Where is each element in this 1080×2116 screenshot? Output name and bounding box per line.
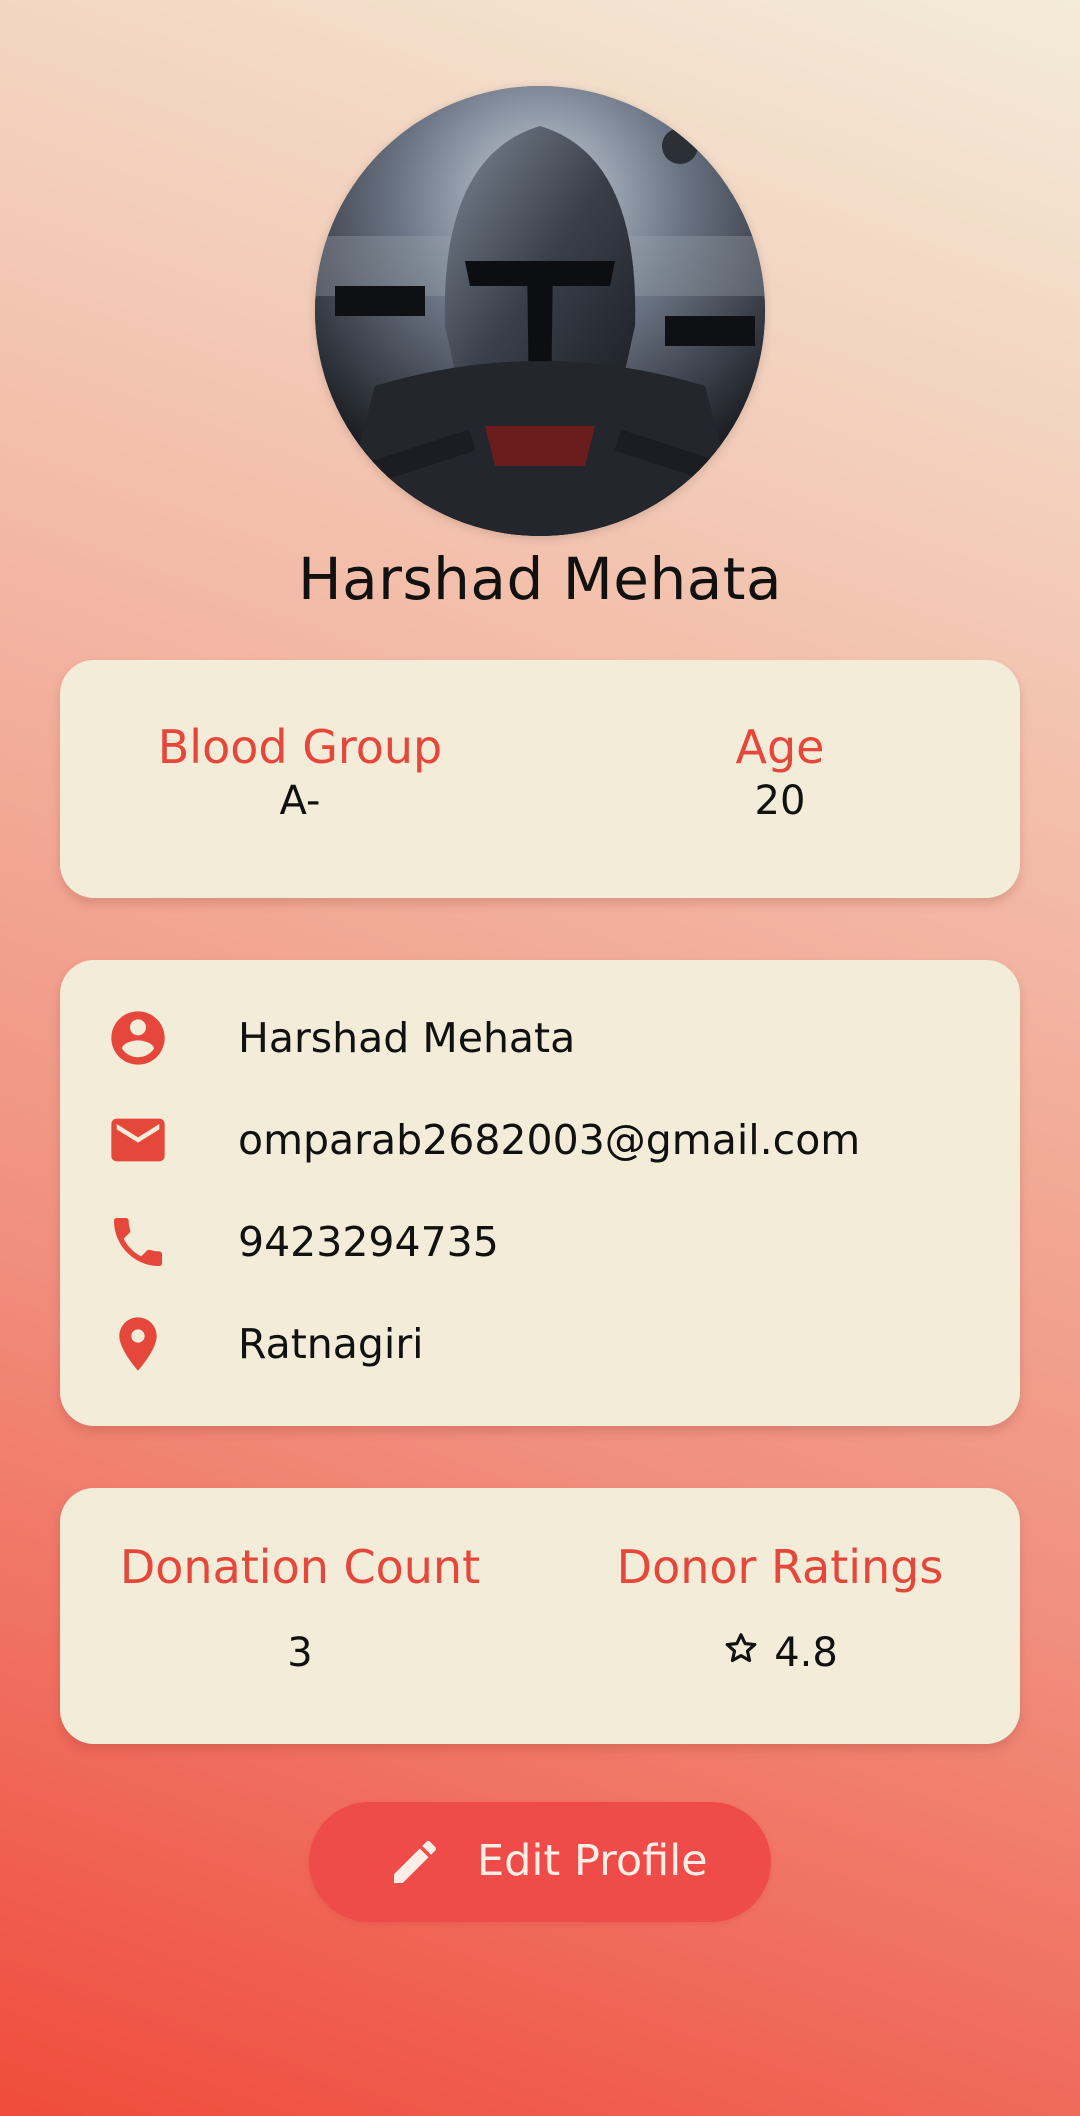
contact-email-row: omparab2682003@gmail.com: [60, 1090, 1020, 1190]
donation-count-value: 3: [287, 1630, 313, 1676]
donor-ratings-label: Donor Ratings: [616, 1540, 944, 1594]
pencil-icon: [394, 1840, 437, 1883]
contact-phone-row: 9423294735: [60, 1192, 1020, 1292]
blood-group-value: A-: [279, 778, 321, 824]
donation-stats-card: Donation Count 3 Donor Ratings 4.8: [60, 1488, 1020, 1744]
contact-name-text: Harshad Mehata: [238, 1014, 576, 1062]
donor-ratings-value: 4.8: [774, 1630, 838, 1676]
profile-name: Harshad Mehata: [297, 545, 783, 613]
donation-count-label: Donation Count: [119, 1540, 481, 1594]
donor-ratings-row: 4.8: [540, 1630, 1020, 1676]
edit-profile-button[interactable]: Edit Profile: [309, 1802, 771, 1922]
donation-count-column: Donation Count 3: [60, 1540, 540, 1676]
blood-group-column: Blood Group A-: [60, 720, 540, 824]
blood-group-label: Blood Group: [157, 720, 443, 774]
age-column: Age 20: [540, 720, 1020, 824]
age-value: 20: [754, 778, 806, 824]
account-circle-icon: [111, 1011, 165, 1065]
helmet-portrait-image: [315, 86, 765, 536]
star-outline-icon: [725, 1633, 757, 1663]
donor-ratings-column: Donor Ratings 4.8: [540, 1540, 1020, 1676]
edit-profile-label: Edit Profile: [477, 1836, 708, 1886]
email-icon: [111, 1118, 165, 1162]
age-label: Age: [735, 720, 825, 774]
phone-icon: [114, 1218, 162, 1266]
contact-info-card: Harshad Mehata omparab2682003@gmail.com …: [60, 960, 1020, 1426]
profile-avatar: [315, 86, 765, 536]
contact-email-text: omparab2682003@gmail.com: [238, 1116, 861, 1164]
contact-name-row: Harshad Mehata: [60, 988, 1020, 1088]
location-pin-icon: [119, 1317, 157, 1371]
contact-location-text: Ratnagiri: [238, 1320, 424, 1368]
contact-phone-text: 9423294735: [238, 1218, 499, 1266]
blood-age-card: Blood Group A- Age 20: [60, 660, 1020, 898]
contact-location-row: Ratnagiri: [60, 1294, 1020, 1394]
